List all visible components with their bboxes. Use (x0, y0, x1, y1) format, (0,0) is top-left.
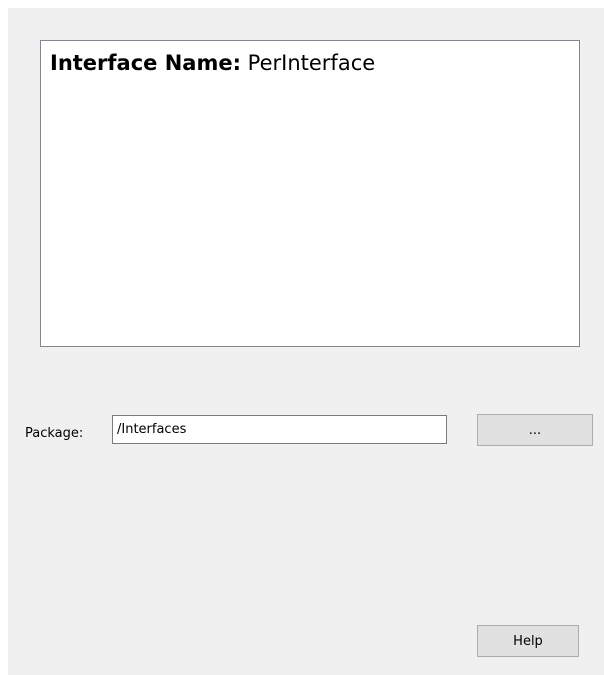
package-input[interactable] (112, 415, 447, 444)
help-button[interactable]: Help (477, 625, 579, 657)
interface-name-line: Interface Name: PerInterface (50, 51, 375, 75)
interface-name-panel: Interface Name: PerInterface (40, 40, 580, 347)
package-label: Package: (25, 426, 84, 441)
interface-name-value: PerInterface (247, 51, 376, 75)
browse-button[interactable]: ... (477, 414, 593, 446)
interface-dialog: Interface Name: PerInterface Package: ..… (8, 8, 604, 675)
interface-name-label: Interface Name: (50, 51, 241, 75)
